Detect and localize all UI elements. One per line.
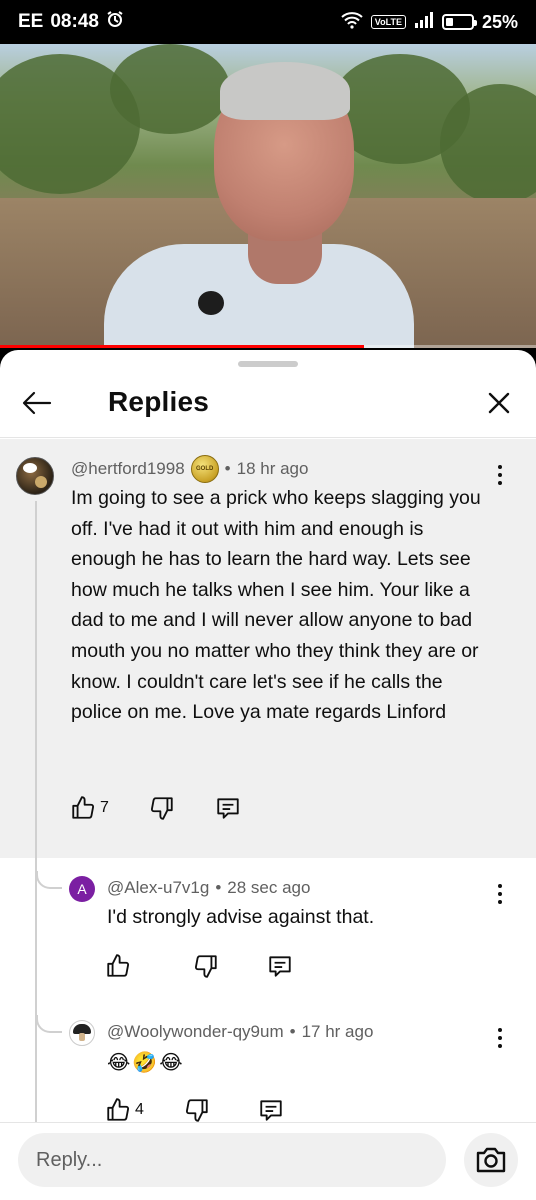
video-player[interactable]	[0, 44, 536, 348]
reply-connector	[36, 871, 62, 889]
drag-handle[interactable]	[238, 361, 298, 367]
comment-actions: 7	[70, 795, 241, 821]
battery-icon	[441, 14, 477, 30]
video-progress-fill	[0, 345, 365, 348]
reply-meta: @Alex-u7v1g • 28 sec ago	[107, 878, 310, 898]
close-button[interactable]	[482, 386, 516, 420]
reply-time: 28 sec ago	[227, 878, 311, 897]
reply-icon	[269, 956, 291, 977]
thumb-down-icon	[185, 1099, 208, 1122]
reply-button[interactable]	[258, 1097, 284, 1123]
comment-time: 18 hr ago	[236, 459, 309, 478]
reply-icon	[260, 1100, 282, 1121]
more-vert-icon[interactable]	[488, 1024, 512, 1052]
reply-author[interactable]: @Woolywonder-qy9um	[107, 1022, 284, 1042]
battery-percent: 25%	[481, 11, 518, 32]
person-hair	[220, 62, 350, 120]
reply-text: I'd strongly advise against that.	[107, 906, 375, 928]
thumb-down-icon	[194, 955, 217, 978]
reply-text: 😂🤣😂	[107, 1052, 185, 1074]
reply-connector	[36, 1015, 62, 1033]
avatar-letter: A	[77, 881, 87, 897]
reply-footer	[0, 1122, 536, 1200]
close-icon	[488, 392, 510, 414]
more-vert-icon[interactable]	[488, 880, 512, 908]
thread-line	[35, 501, 37, 858]
video-progress-bar[interactable]	[0, 345, 536, 348]
sheet-title: Replies	[108, 386, 209, 417]
thumb-up-icon	[107, 1098, 130, 1121]
back-arrow-icon	[22, 391, 52, 415]
reply-button[interactable]	[215, 795, 241, 821]
avatar[interactable]: A	[69, 876, 95, 902]
thread-line	[35, 858, 37, 1122]
alarm-icon	[106, 10, 124, 34]
parent-comment: @hertford1998 GOLD • 18 hr ago Im going …	[0, 439, 536, 858]
volte-badge: VoLTE	[370, 15, 406, 29]
more-vert-icon[interactable]	[488, 461, 512, 489]
bush-shape	[110, 44, 230, 134]
lapel-mic	[198, 291, 224, 315]
dislike-button[interactable]	[193, 953, 219, 979]
dislike-button[interactable]	[149, 795, 175, 821]
comment-meta: @hertford1998 GOLD • 18 hr ago	[71, 455, 308, 483]
meta-dot: •	[224, 459, 231, 478]
reply-actions: 4	[105, 1097, 284, 1123]
camera-button[interactable]	[464, 1133, 518, 1187]
signal-icon	[414, 11, 434, 33]
comment-text: Im going to see a prick who keeps slaggi…	[71, 487, 481, 724]
like-count: 7	[100, 799, 109, 816]
meta-dot: •	[215, 878, 222, 897]
dislike-button[interactable]	[184, 1097, 210, 1123]
camera-icon	[476, 1147, 506, 1173]
status-bar: EE 08:48 VoLTE 25%	[0, 0, 536, 44]
thumb-down-icon	[150, 797, 173, 820]
clock: 08:48	[50, 11, 99, 32]
meta-dot: •	[289, 1022, 296, 1041]
reply-button[interactable]	[267, 953, 293, 979]
like-button[interactable]: 7	[70, 795, 109, 821]
like-button[interactable]	[105, 953, 135, 979]
back-button[interactable]	[20, 386, 54, 420]
reply-author[interactable]: @Alex-u7v1g	[107, 878, 209, 898]
sheet-header: Replies	[0, 372, 536, 438]
like-button[interactable]: 4	[105, 1097, 144, 1123]
reply-icon	[217, 798, 239, 819]
carrier-label: EE	[18, 11, 44, 32]
reply-input[interactable]	[18, 1133, 446, 1187]
wifi-icon	[341, 11, 363, 34]
reply-time: 17 hr ago	[301, 1022, 374, 1041]
gold-badge-icon: GOLD	[190, 455, 219, 483]
reply-actions	[105, 953, 293, 979]
avatar[interactable]	[69, 1020, 95, 1046]
like-count: 4	[135, 1101, 144, 1118]
thumb-up-icon	[107, 954, 130, 977]
reply-meta: @Woolywonder-qy9um • 17 hr ago	[107, 1022, 373, 1042]
avatar[interactable]	[16, 457, 54, 495]
replies-sheet: Replies @hertford1998 GOLD • 18 hr ago I…	[0, 350, 536, 1200]
thumb-up-icon	[72, 796, 95, 819]
comment-author[interactable]: @hertford1998	[71, 459, 185, 479]
